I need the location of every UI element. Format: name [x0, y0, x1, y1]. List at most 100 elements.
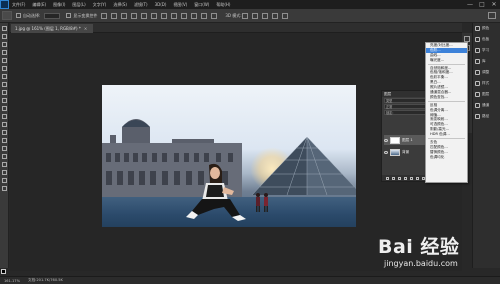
- toolbox: [0, 23, 9, 274]
- menu-file[interactable]: 文件(F): [12, 2, 25, 8]
- show-transform-checkbox[interactable]: [66, 13, 72, 18]
- menu-bar: 文件(F) 编辑(E) 图像(I) 图层(L) 文字(Y) 选择(S) 滤镜(T…: [0, 0, 500, 9]
- adjustments-dropdown-menu: 亮度/对比度... 色阶... 曲线... 曝光度... 自然饱和度... 色相/饱和度.…: [425, 42, 468, 183]
- hand-tool[interactable]: [2, 170, 7, 175]
- panel-adjustments[interactable]: 调整: [473, 67, 500, 78]
- distribute-left-icon[interactable]: [191, 12, 198, 19]
- panel-color[interactable]: 颜色: [473, 23, 500, 34]
- align-hcenter-icon[interactable]: [141, 12, 148, 19]
- menu-3d[interactable]: 3D(D): [155, 2, 167, 8]
- crop-tool[interactable]: [2, 58, 7, 63]
- photoshop-logo-icon: [0, 0, 9, 9]
- menu-type[interactable]: 文字(Y): [93, 2, 107, 8]
- lasso-tool[interactable]: [2, 42, 7, 47]
- distribute-hcenter-icon[interactable]: [201, 12, 208, 19]
- history-brush-tool[interactable]: [2, 98, 7, 103]
- distribute-right-icon[interactable]: [211, 12, 218, 19]
- align-bottom-icon[interactable]: [121, 12, 128, 19]
- quick-select-tool[interactable]: [2, 50, 7, 55]
- glass-pyramid: [252, 137, 356, 196]
- eyedropper-tool[interactable]: [2, 66, 7, 71]
- panel-libraries[interactable]: 库: [473, 56, 500, 67]
- menu-layer[interactable]: 图层(L): [72, 2, 85, 8]
- align-vcenter-icon[interactable]: [111, 12, 118, 19]
- close-button[interactable]: ✕: [488, 0, 500, 9]
- document-tab[interactable]: 1.jpg @ 161% (图层 1, RGB/8#) * ×: [11, 24, 94, 33]
- gradient-tool[interactable]: [2, 114, 7, 119]
- blur-tool[interactable]: [2, 122, 7, 127]
- 3d-rotate-icon[interactable]: [241, 12, 248, 19]
- menu-view[interactable]: 视图(V): [173, 2, 187, 8]
- auto-select-checkbox[interactable]: [16, 13, 21, 18]
- layer-row[interactable]: 背景: [384, 147, 428, 157]
- move-tool[interactable]: [2, 26, 7, 31]
- pen-tool[interactable]: [2, 138, 7, 143]
- maximize-button[interactable]: □: [476, 0, 488, 9]
- type-tool[interactable]: [2, 146, 7, 151]
- minimize-button[interactable]: —: [464, 0, 476, 9]
- distribute-bottom-icon[interactable]: [181, 12, 188, 19]
- 3d-slide-icon[interactable]: [271, 12, 278, 19]
- 3d-scale-icon[interactable]: [281, 12, 288, 19]
- layers-panel-title: 图层: [382, 91, 428, 97]
- link-layers-icon[interactable]: [386, 176, 389, 180]
- layer-thumbnail: [390, 148, 400, 156]
- tab-close-icon[interactable]: ×: [84, 26, 87, 31]
- clone-stamp-tool[interactable]: [2, 90, 7, 95]
- menu-image[interactable]: 图像(I): [53, 2, 65, 8]
- 3d-drag-icon[interactable]: [261, 12, 268, 19]
- adjustment-layer-icon[interactable]: [404, 176, 407, 180]
- align-right-icon[interactable]: [151, 12, 158, 19]
- mask-icon[interactable]: [398, 176, 401, 180]
- menu-help[interactable]: 帮助(H): [216, 2, 230, 8]
- document-canvas-image[interactable]: [102, 85, 356, 227]
- dodge-tool[interactable]: [2, 130, 7, 135]
- menu-separator: [428, 100, 465, 102]
- panel-swatches[interactable]: 色板: [473, 34, 500, 45]
- shape-tool[interactable]: [2, 162, 7, 167]
- align-left-icon[interactable]: [131, 12, 138, 19]
- auto-select-dropdown[interactable]: [44, 12, 61, 19]
- panel-paths[interactable]: 路径: [473, 111, 500, 122]
- show-transform-label: 显示变换控件: [73, 12, 98, 18]
- blend-mode-dropdown[interactable]: 正常: [384, 104, 426, 109]
- align-top-icon[interactable]: [101, 12, 108, 19]
- distribute-vcenter-icon[interactable]: [171, 12, 178, 19]
- distribute-top-icon[interactable]: [161, 12, 168, 19]
- workspace-icon[interactable]: [488, 12, 496, 19]
- 3d-roll-icon[interactable]: [251, 12, 258, 19]
- move-tool-icon[interactable]: [2, 11, 12, 20]
- panel-channels[interactable]: 通道: [473, 100, 500, 111]
- healing-brush-tool[interactable]: [2, 74, 7, 79]
- eye-icon[interactable]: [384, 138, 388, 142]
- libraries-panel-icon: [475, 59, 480, 64]
- new-layer-icon[interactable]: [416, 176, 419, 180]
- menu-filter[interactable]: 滤镜(T): [134, 2, 148, 8]
- fx-icon[interactable]: [392, 176, 395, 180]
- eye-icon[interactable]: [384, 150, 388, 154]
- layer-name: 背景: [402, 149, 410, 154]
- path-select-tool[interactable]: [2, 154, 7, 159]
- layer-filter-dropdown[interactable]: 类型: [384, 98, 426, 103]
- menu-select[interactable]: 选择(S): [113, 2, 127, 8]
- foreground-color-swatch[interactable]: [1, 269, 6, 274]
- adjustments-menu-item[interactable]: 颜色查找...: [426, 95, 467, 100]
- edit-toolbar-tool[interactable]: [2, 186, 7, 191]
- menu-window[interactable]: 窗口(W): [194, 2, 209, 8]
- auto-select-label: 自动选择:: [23, 12, 41, 18]
- marquee-tool[interactable]: [2, 34, 7, 39]
- adjustments-menu-item[interactable]: HDR 色调...: [426, 132, 467, 137]
- adjustments-menu-item[interactable]: 色调均化: [426, 155, 467, 160]
- panel-learn[interactable]: 学习: [473, 45, 500, 56]
- layers-panel-icon: [475, 92, 480, 97]
- group-icon[interactable]: [410, 176, 413, 180]
- zoom-level[interactable]: 161.17%: [4, 279, 20, 283]
- zoom-tool[interactable]: [2, 178, 7, 183]
- panel-layers[interactable]: 图层: [473, 89, 500, 100]
- adjustments-menu-item[interactable]: 曝光度...: [426, 58, 467, 63]
- layer-row[interactable]: 图层 1: [384, 135, 428, 145]
- eraser-tool[interactable]: [2, 106, 7, 111]
- menu-edit[interactable]: 编辑(E): [32, 2, 46, 8]
- panel-styles[interactable]: 样式: [473, 78, 500, 89]
- brush-tool[interactable]: [2, 82, 7, 87]
